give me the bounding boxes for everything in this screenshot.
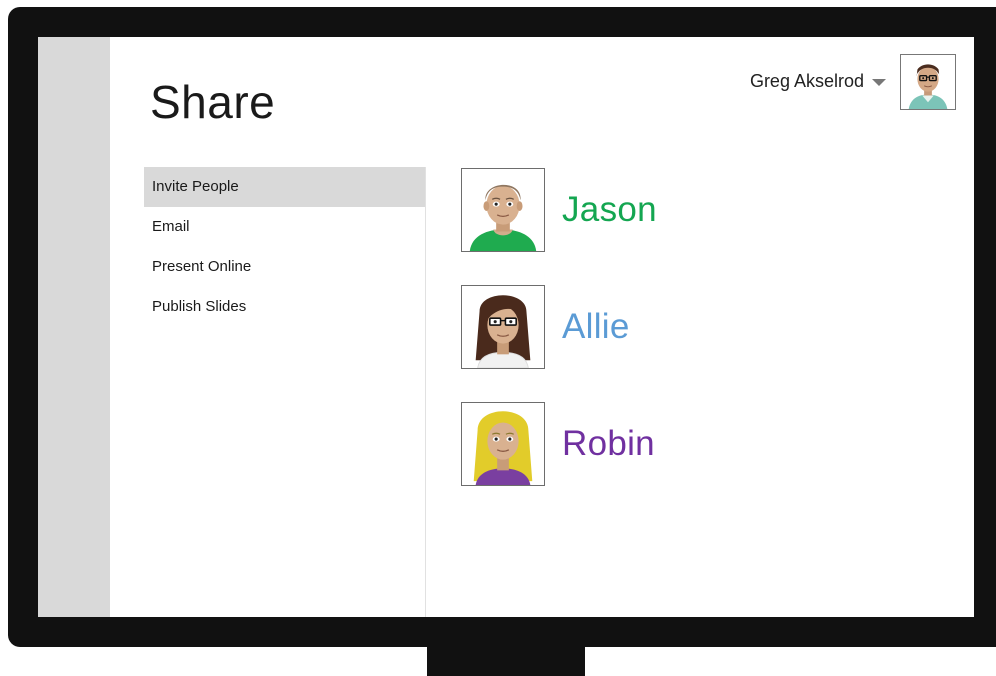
man-glasses-avatar-icon[interactable] — [900, 54, 956, 110]
person-robin[interactable]: Robin — [461, 402, 655, 486]
man-avatar-icon — [461, 168, 545, 252]
menu-item-publish-slides[interactable]: Publish Slides — [144, 287, 426, 327]
user-name: Greg Akselrod — [749, 71, 864, 91]
app-window: Share Greg Akselrod Invite People Email … — [38, 37, 974, 617]
share-options-menu: Invite People Email Present Online Publi… — [144, 167, 426, 327]
left-rail — [38, 37, 110, 617]
pane-divider — [425, 167, 426, 617]
blonde-woman-avatar-icon — [461, 402, 545, 486]
page-title: Share — [150, 76, 276, 128]
person-name: Robin — [562, 424, 655, 463]
chevron-down-icon[interactable] — [872, 79, 886, 86]
menu-item-email[interactable]: Email — [144, 207, 426, 247]
menu-item-invite-people[interactable]: Invite People — [144, 167, 426, 207]
person-name: Jason — [562, 190, 657, 229]
person-name: Allie — [562, 307, 630, 346]
monitor-stand — [427, 645, 585, 676]
menu-item-present-online[interactable]: Present Online — [144, 247, 426, 287]
person-jason[interactable]: Jason — [461, 168, 657, 252]
woman-glasses-avatar-icon — [461, 285, 545, 369]
user-account-menu[interactable]: Greg Akselrod — [750, 71, 886, 92]
person-allie[interactable]: Allie — [461, 285, 630, 369]
